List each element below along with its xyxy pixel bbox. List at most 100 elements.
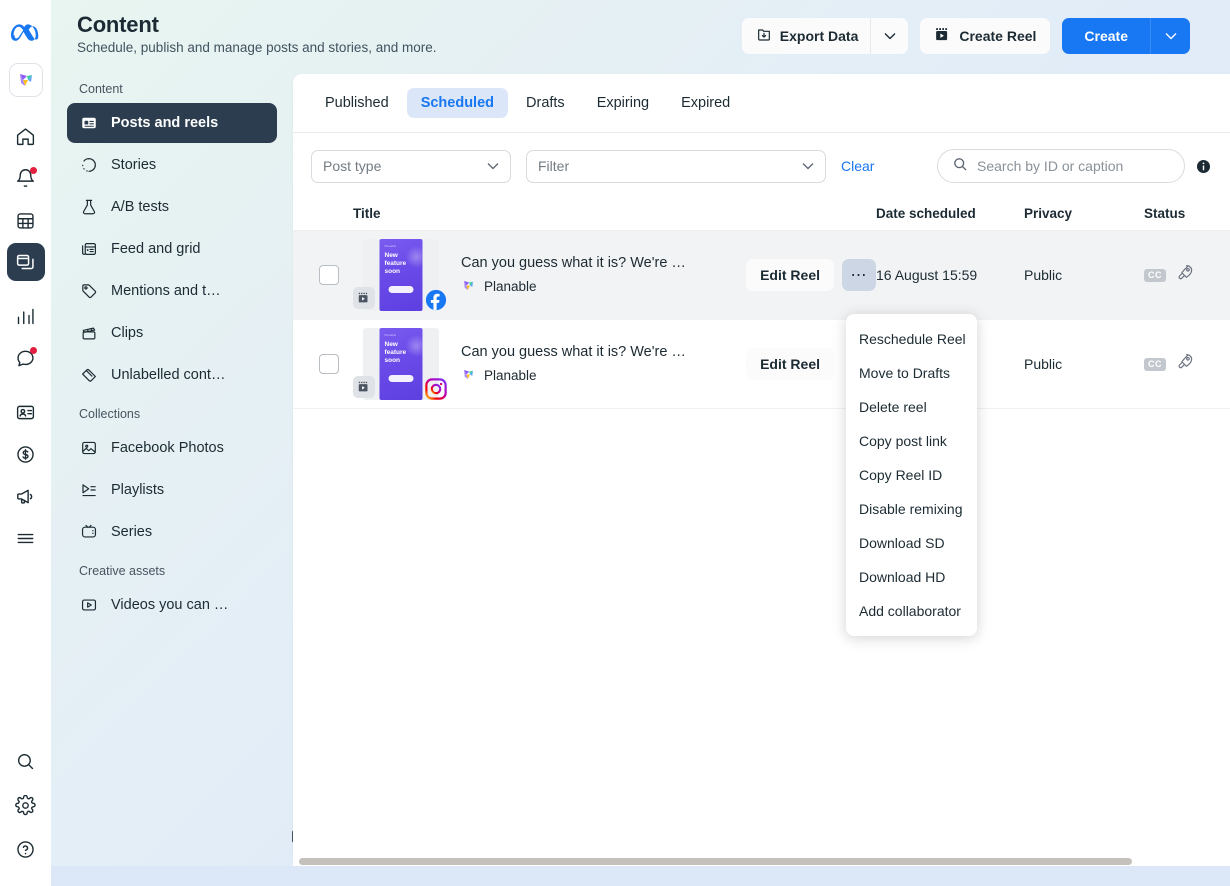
search-input[interactable] — [977, 158, 1170, 174]
calendar-icon[interactable] — [7, 201, 45, 239]
sidebar-item-playlists[interactable]: Playlists — [67, 470, 277, 510]
home-icon[interactable] — [7, 117, 45, 155]
row-text-block: Can you guess what it is? We're … Planab… — [461, 344, 746, 385]
sidebar-item-videos-you-can-use[interactable]: Videos you can … — [67, 585, 277, 625]
row-checkbox[interactable] — [319, 354, 339, 374]
bell-icon[interactable] — [7, 159, 45, 197]
chat-icon[interactable] — [7, 339, 45, 377]
sidebar-item-feed-and-grid[interactable]: Feed and grid — [67, 229, 277, 269]
photo-icon — [79, 439, 98, 458]
sidebar-item-stories[interactable]: Stories — [67, 145, 277, 185]
sidebar-item-label: Videos you can … — [111, 597, 229, 613]
sidebar-item-ab-tests[interactable]: A/B tests — [67, 187, 277, 227]
content-icon[interactable] — [6, 243, 45, 281]
gear-icon[interactable] — [7, 786, 45, 824]
thumbnail-brand: Planable — [384, 333, 397, 337]
planable-icon — [461, 278, 476, 296]
search-box[interactable] — [937, 149, 1185, 183]
clear-filters-button[interactable]: Clear — [841, 158, 874, 174]
content-card: Published Scheduled Drafts Expiring Expi… — [293, 74, 1230, 860]
search-icon[interactable] — [7, 742, 45, 780]
meta-logo[interactable] — [10, 22, 41, 47]
planable-app-icon[interactable] — [8, 63, 43, 97]
menu-item-copy-reel-id[interactable]: Copy Reel ID — [846, 458, 977, 492]
tab-drafts[interactable]: Drafts — [512, 88, 579, 118]
reel-type-icon — [353, 376, 375, 398]
menu-item-reschedule-reel[interactable]: Reschedule Reel — [846, 322, 977, 356]
tab-published[interactable]: Published — [311, 88, 403, 118]
facebook-icon — [425, 289, 447, 311]
row-status: CC — [1144, 352, 1230, 376]
menu-item-download-sd[interactable]: Download SD — [846, 526, 977, 560]
header-actions: Export Data Create Reel Create — [741, 18, 1190, 54]
info-icon[interactable] — [1195, 158, 1212, 175]
sidebar-item-label: Playlists — [111, 482, 165, 498]
edit-reel-button[interactable]: Edit Reel — [746, 348, 834, 380]
menu-item-copy-post-link[interactable]: Copy post link — [846, 424, 977, 458]
export-data-caret[interactable] — [870, 18, 909, 54]
create-caret[interactable] — [1150, 18, 1190, 54]
boost-rocket-icon[interactable] — [1176, 263, 1195, 287]
sidebar-item-clips[interactable]: Clips — [67, 313, 277, 353]
thumbnail[interactable]: Planable New feature soon — [353, 239, 449, 311]
column-header-privacy: Privacy — [1024, 206, 1073, 221]
thumbnail-headline: New feature soon — [384, 341, 407, 365]
sidebar-item-mentions-and-tags[interactable]: Mentions and t… — [67, 271, 277, 311]
sidebar-item-label: Feed and grid — [111, 241, 201, 257]
search-icon — [952, 156, 968, 177]
sidebar-item-unlabelled-content[interactable]: Unlabelled cont… — [67, 355, 277, 395]
tab-expired[interactable]: Expired — [667, 88, 744, 118]
nav-group-label-content: Content — [79, 82, 123, 96]
monetization-icon[interactable] — [7, 435, 45, 473]
sidebar-item-label: A/B tests — [111, 199, 170, 215]
sidebar-item-posts-and-reels[interactable]: Posts and reels — [67, 103, 277, 143]
clips-icon — [79, 324, 98, 343]
row-account: Planable — [461, 367, 736, 385]
ads-icon[interactable] — [7, 477, 45, 515]
instagram-icon — [425, 378, 447, 400]
more-icon[interactable] — [7, 519, 45, 557]
menu-item-disable-remixing[interactable]: Disable remixing — [846, 492, 977, 526]
nav-group-label-collections: Collections — [79, 407, 141, 421]
table-row[interactable]: Planable New feature soon Can you guess … — [293, 320, 1230, 409]
create-button[interactable]: Create — [1062, 18, 1150, 54]
row-checkbox-cell — [305, 354, 353, 374]
sidebar-item-facebook-photos[interactable]: Facebook Photos — [67, 428, 277, 468]
stories-icon — [79, 156, 98, 175]
column-header-title: Title — [353, 206, 381, 221]
menu-item-download-hd[interactable]: Download HD — [846, 560, 977, 594]
horizontal-scrollbar[interactable] — [293, 856, 1230, 866]
table-row[interactable]: Planable New feature soon Can you guess … — [293, 231, 1230, 320]
row-account-name: Planable — [484, 279, 537, 294]
unlabelled-icon — [79, 366, 98, 385]
chevron-down-icon — [802, 163, 814, 170]
tab-expiring[interactable]: Expiring — [583, 88, 663, 118]
table-header-row: Title Date scheduled Privacy Status — [293, 197, 1230, 231]
help-icon[interactable] — [7, 830, 45, 868]
page-subtitle: Schedule, publish and manage posts and s… — [77, 40, 437, 55]
row-privacy: Public — [1024, 356, 1063, 372]
post-type-select[interactable]: Post type — [311, 149, 511, 183]
sidebar-item-series[interactable]: Series — [67, 512, 277, 552]
edit-reel-button[interactable]: Edit Reel — [746, 259, 834, 291]
create-reel-button[interactable]: Create Reel — [920, 18, 1051, 54]
sidebar-item-label: Facebook Photos — [111, 440, 224, 456]
thumbnail[interactable]: Planable New feature soon — [353, 328, 449, 400]
row-actions-button[interactable]: ⋯ — [842, 259, 876, 291]
insights-icon[interactable] — [7, 297, 45, 335]
row-checkbox-cell — [305, 265, 353, 285]
tab-scheduled[interactable]: Scheduled — [406, 88, 509, 118]
menu-item-move-to-drafts[interactable]: Move to Drafts — [846, 356, 977, 390]
row-date-scheduled: 16 August 15:59 — [876, 267, 978, 283]
row-title-cell: Planable New feature soon Can you guess … — [353, 328, 876, 400]
grid-icon — [79, 240, 98, 259]
page-header: Content Schedule, publish and manage pos… — [51, 0, 1230, 72]
horizontal-scrollbar-thumb[interactable] — [299, 857, 1132, 865]
export-data-button[interactable]: Export Data — [741, 18, 871, 54]
row-checkbox[interactable] — [319, 265, 339, 285]
contacts-icon[interactable] — [7, 393, 45, 431]
filter-select[interactable]: Filter — [526, 149, 826, 183]
menu-item-delete-reel[interactable]: Delete reel — [846, 390, 977, 424]
boost-rocket-icon[interactable] — [1176, 352, 1195, 376]
menu-item-add-collaborator[interactable]: Add collaborator — [846, 594, 977, 628]
